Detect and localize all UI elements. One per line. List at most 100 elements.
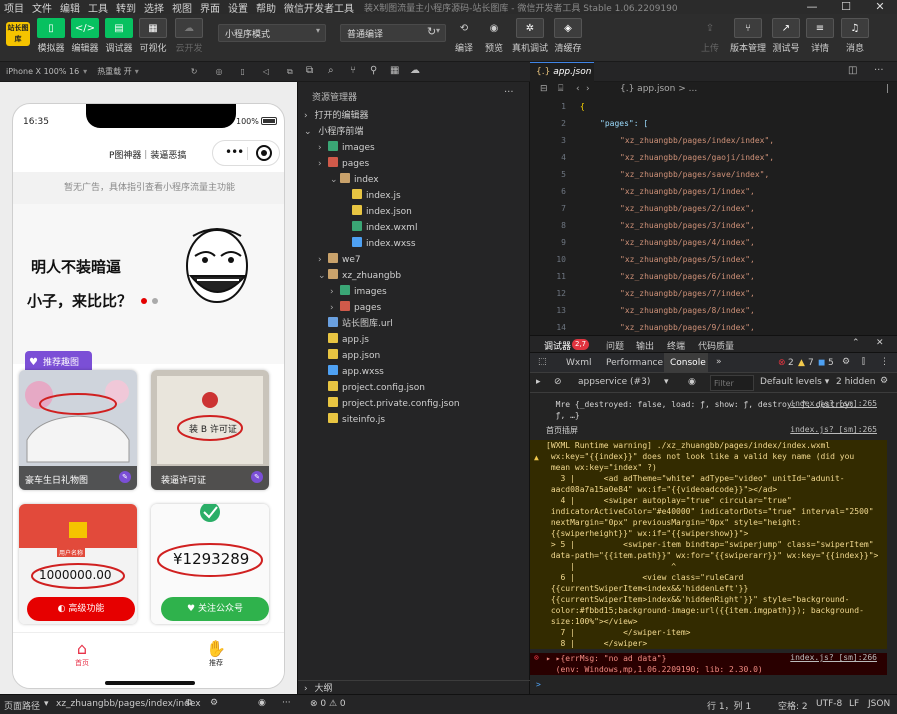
visual-toggle[interactable]: ▦ 可视化 <box>133 18 173 54</box>
tab-like[interactable]: ✋ 推荐 <box>201 639 231 668</box>
indent-setting[interactable]: 空格: 2 <box>778 699 808 712</box>
tree-item[interactable]: index.wxss <box>298 236 530 252</box>
code-editor[interactable]: 1{2 "pages": [3 "xz_zhuangbb/pages/index/i… <box>530 98 897 332</box>
gear-icon[interactable]: ⚙ <box>842 357 850 367</box>
more-icon[interactable]: ••• <box>225 145 244 159</box>
tab-code-quality[interactable]: 代码质量 <box>698 339 734 352</box>
tree-item[interactable]: › pages <box>298 156 530 172</box>
git-icon[interactable]: ⑂ <box>350 65 356 76</box>
card-license[interactable]: 装 B 许可证 装逼许可证 ✎ <box>151 370 269 490</box>
menu-help[interactable]: 帮助 <box>252 0 280 15</box>
close-mini-icon[interactable] <box>256 145 272 161</box>
more-icon[interactable]: ··· <box>874 65 884 76</box>
tab-app-json[interactable]: {.} app.json <box>530 62 594 82</box>
menu-view[interactable]: 视图 <box>168 0 196 15</box>
outline-icon[interactable]: ⊟ <box>540 84 548 94</box>
tree-item[interactable]: siteinfo.js <box>298 412 530 428</box>
tree-item[interactable]: index.json <box>298 204 530 220</box>
chevron-up-icon[interactable]: ⌃ <box>852 338 860 348</box>
tree-item[interactable]: index.wxml <box>298 220 530 236</box>
phone-icon[interactable]: ▯ <box>240 67 244 76</box>
tab-debugger[interactable]: 调试器 <box>544 339 571 352</box>
outline-section[interactable]: › 大纲 <box>298 680 530 694</box>
refresh-icon[interactable]: ↻ <box>191 67 198 76</box>
edit-icon[interactable]: ✎ <box>251 471 263 483</box>
page-path[interactable]: xz_zhuangbb/pages/index/index <box>56 699 201 709</box>
edit-icon[interactable]: ✎ <box>119 471 131 483</box>
menu-project[interactable]: 项目 <box>0 0 28 15</box>
cursor-position[interactable]: 行 1，列 1 <box>707 699 751 712</box>
source-link[interactable]: index.js? [sm]:265 <box>790 425 877 434</box>
tree-item[interactable]: ⌄ index <box>298 172 530 188</box>
menu-select[interactable]: 选择 <box>140 0 168 15</box>
source-link[interactable]: index.js? [sm]:266 <box>790 653 877 662</box>
capsule-button[interactable]: ••• <box>212 140 280 166</box>
tab-output[interactable]: 输出 <box>636 339 654 352</box>
version-button[interactable]: ⑂ 版本管理 <box>728 18 768 54</box>
clear-cache-button[interactable]: ◈ 清缓存 <box>548 18 588 54</box>
gear-icon[interactable]: ⚙ <box>880 376 888 386</box>
debug-icon[interactable]: ⚲ <box>370 65 377 76</box>
split-editor-icon[interactable]: ◫ <box>848 65 857 76</box>
menu-goto[interactable]: 转到 <box>112 0 140 15</box>
real-debug-button[interactable]: ✲ 真机调试 <box>510 18 550 54</box>
tab-performance[interactable]: Performance <box>606 358 663 368</box>
inspect-icon[interactable]: ⬚ <box>538 357 547 367</box>
tree-item[interactable]: › images <box>298 140 530 156</box>
line-ending[interactable]: LF <box>849 699 859 709</box>
more-icon[interactable]: ··· <box>282 698 291 708</box>
close-icon[interactable]: ✕ <box>876 338 884 348</box>
popout-icon[interactable]: ⧉ <box>287 67 293 77</box>
tab-home[interactable]: ⌂ 首页 <box>67 639 97 668</box>
kebab-icon[interactable]: ⋮ <box>880 357 889 367</box>
tab-console[interactable]: Console <box>664 353 708 373</box>
language-mode[interactable]: JSON <box>868 699 890 709</box>
bookmark-icon[interactable]: ⌸ <box>558 84 563 94</box>
tree-item[interactable]: 站长图库.url <box>298 316 530 332</box>
tree-item[interactable]: app.js <box>298 332 530 348</box>
preview-button[interactable]: ◉ 预览 <box>474 18 514 55</box>
project-section[interactable]: ⌄ 小程序前端 <box>298 124 530 140</box>
levels-select[interactable]: Default levels ▾ <box>760 377 829 387</box>
clear-console-icon[interactable]: ⊘ <box>554 377 562 387</box>
menu-devtools[interactable]: 微信开发者工具 <box>280 0 358 15</box>
tree-item[interactable]: › images <box>298 284 530 300</box>
card-car-gift[interactable]: 豪车生日礼物图 ✎ <box>19 370 137 490</box>
filter-input[interactable] <box>710 375 754 391</box>
stop-icon[interactable]: ◎ <box>215 67 222 76</box>
menu-settings[interactable]: 设置 <box>224 0 252 15</box>
console-prompt[interactable]: > <box>530 679 887 690</box>
cloud-button[interactable]: ☁ 云开发 <box>169 18 209 54</box>
tree-item[interactable]: › we7 <box>298 252 530 268</box>
source-link[interactable]: index.js? [sm]:265 <box>790 399 877 408</box>
more-icon[interactable]: ··· <box>504 87 514 98</box>
mode-select[interactable]: 小程序模式 ▾ <box>218 24 326 42</box>
upload-button[interactable]: ⇪ 上传 <box>690 18 730 55</box>
more-tabs-icon[interactable]: » <box>716 357 722 367</box>
hotreload-select[interactable]: 热重载 开 <box>97 66 132 77</box>
minimap-toggle-icon[interactable]: | <box>886 84 889 94</box>
files-icon[interactable]: ⧉ <box>306 65 313 76</box>
tree-item[interactable]: app.wxss <box>298 364 530 380</box>
back-icon[interactable]: ‹ <box>576 84 580 94</box>
menu-edit[interactable]: 编辑 <box>56 0 84 15</box>
menu-file[interactable]: 文件 <box>28 0 56 15</box>
eye-icon[interactable]: ◉ <box>688 377 696 387</box>
refresh-icon[interactable]: ↻ <box>427 25 436 38</box>
settings-icon[interactable]: ⚙ <box>210 698 218 708</box>
forward-icon[interactable]: › <box>586 84 590 94</box>
tree-item[interactable]: index.js <box>298 188 530 204</box>
open-editors-section[interactable]: › 打开的编辑器 <box>298 108 530 124</box>
copy-icon[interactable]: ⧉ <box>186 698 192 708</box>
eye-icon[interactable]: ◉ <box>258 698 266 708</box>
cloud-icon[interactable]: ☁ <box>410 65 420 76</box>
hero-banner[interactable]: 明人不装暗逼 小子，来比比？ ♥ 推荐趣图 <box>13 204 284 375</box>
tab-terminal[interactable]: 终端 <box>667 339 685 352</box>
search-icon[interactable]: ⌕ <box>328 65 334 76</box>
minimize-button[interactable]: — <box>795 0 829 14</box>
context-select[interactable]: appservice (#3) ▾ <box>574 375 674 391</box>
extensions-icon[interactable]: ▦ <box>390 65 399 76</box>
close-window-button[interactable]: ✕ <box>863 0 897 14</box>
tree-item[interactable]: ⌄ xz_zhuangbb <box>298 268 530 284</box>
console-output[interactable]: Mre {_destroyed: false, load: ƒ, show: ƒ… <box>530 393 897 694</box>
